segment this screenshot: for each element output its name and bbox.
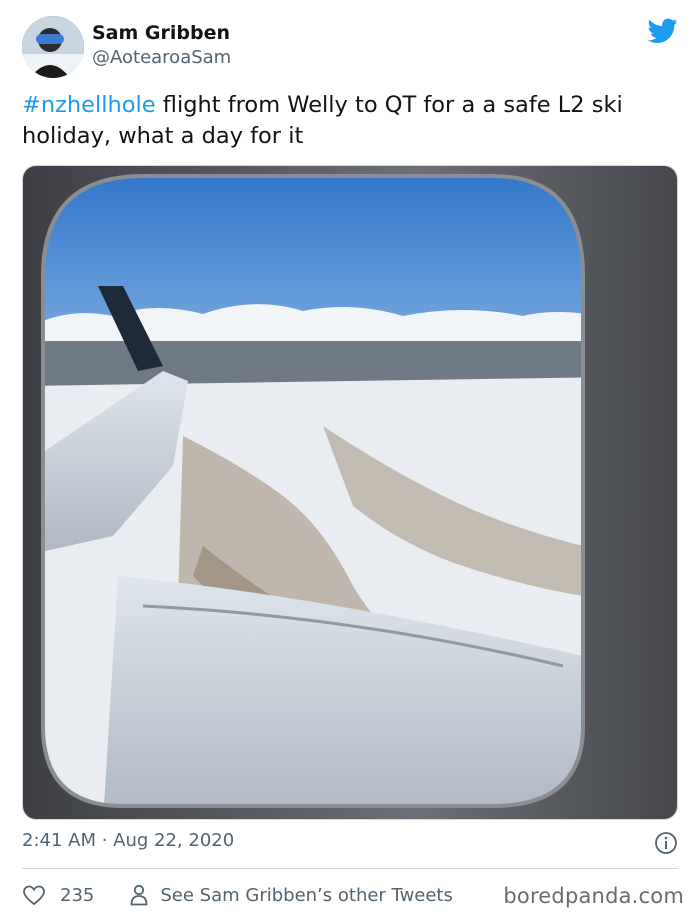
airplane-window-photo — [23, 166, 677, 819]
watermark: boredpanda.com — [503, 884, 684, 908]
author-handle[interactable]: @AotearoaSam — [92, 47, 231, 68]
avatar-image — [22, 16, 84, 78]
tweet-text: #nzhellhole flight from Welly to QT for … — [22, 90, 682, 152]
person-icon — [130, 884, 148, 906]
tweet-timestamp[interactable]: 2:41 AM · Aug 22, 2020 — [22, 830, 234, 851]
hashtag-link[interactable]: #nzhellhole — [22, 92, 156, 118]
divider — [22, 868, 678, 869]
tweet-card: Sam Gribben @AotearoaSam #nzhellhole fli… — [0, 0, 700, 923]
tweet-photo[interactable] — [22, 165, 678, 820]
other-tweets-link[interactable]: See Sam Gribben’s other Tweets — [160, 885, 453, 906]
heart-icon[interactable] — [22, 884, 46, 906]
avatar[interactable] — [22, 16, 84, 78]
info-icon[interactable] — [654, 831, 678, 855]
twitter-bird-icon[interactable] — [648, 18, 678, 44]
tweet-footer: 235 See Sam Gribben’s other Tweets — [22, 880, 453, 910]
like-count[interactable]: 235 — [60, 885, 94, 906]
author-name[interactable]: Sam Gribben — [92, 22, 230, 44]
